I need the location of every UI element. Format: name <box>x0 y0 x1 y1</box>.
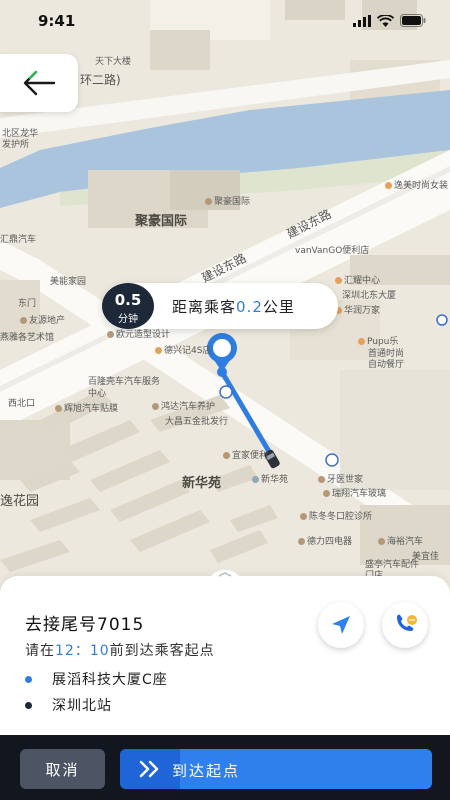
dropoff-label: 深圳北站 <box>52 698 112 714</box>
map-label: 瑞翔汽车玻璃 <box>323 490 386 499</box>
slide-handle[interactable] <box>120 749 180 789</box>
map-label: 德力四电器 <box>298 538 352 547</box>
map-label: 新华苑 <box>252 476 288 485</box>
map-label: 深圳北东大厦 <box>342 291 397 301</box>
double-chevron-right-icon <box>139 760 159 778</box>
map-label: vanVanGO便利店 <box>295 246 370 256</box>
status-bar: 9:41 <box>0 0 450 44</box>
dropoff-dot-icon <box>25 701 32 709</box>
wifi-icon <box>377 14 394 27</box>
map-label: 友源地产 <box>20 317 65 326</box>
map-label: 自动餐厅 <box>368 360 405 370</box>
order-card: 去接尾号7015 请在12：10前到达乘客起点 展滔科技大厦C座 深圳北站 <box>0 570 450 736</box>
deadline-minute: 10 <box>89 643 110 659</box>
map-label: 美能家园 <box>50 277 87 287</box>
navigate-button[interactable] <box>318 602 364 648</box>
map-label: 宜家便利 <box>223 452 268 461</box>
map-label: 环二路) <box>80 73 121 87</box>
map-label: 聚豪国际 <box>135 214 188 229</box>
arrive-slider-button[interactable]: 到达起点 <box>120 749 432 789</box>
eta-minutes: 0.5 <box>114 291 142 309</box>
cancel-button[interactable]: 取消 <box>20 749 105 789</box>
signal-icon <box>353 14 371 27</box>
map-label: 燕雅各艺术馆 <box>0 333 55 343</box>
eta-distance: 0.2 <box>236 298 263 316</box>
map-label: 汇耀中心 <box>335 277 380 286</box>
map-label: 辉旭汽车贴膜 <box>55 405 118 414</box>
map-label: 聚豪国际 <box>205 198 250 207</box>
map-label: 逸花园 <box>0 494 40 509</box>
map-label: 欧元造型设计 <box>107 331 170 340</box>
phone-chat-icon <box>397 614 417 631</box>
eta-prefix: 距离乘客 <box>172 298 237 316</box>
arrival-deadline: 请在12：10前到达乘客起点 <box>25 640 215 660</box>
map-label: 海裕汽车 <box>378 538 423 547</box>
back-button[interactable] <box>0 54 78 112</box>
back-arrow-icon <box>23 70 56 96</box>
map-label: 鸿达汽车养护 <box>152 403 215 412</box>
arrive-label: 到达起点 <box>172 762 241 780</box>
map-label: 牙医世家 <box>318 476 363 485</box>
status-icons <box>353 14 426 27</box>
map-label: 大昌五金批发行 <box>165 417 229 427</box>
status-time: 9:41 <box>38 12 76 30</box>
eta-badge: 0.5 分钟 <box>102 283 154 329</box>
pickup-location: 展滔科技大厦C座 <box>25 669 168 689</box>
eta-bubble: 0.5 分钟 距离乘客0.2公里 <box>102 283 338 329</box>
map-label: 东门 <box>18 299 37 309</box>
pickup-label: 展滔科技大厦C座 <box>52 672 168 688</box>
action-bar: 取消 到达起点 <box>0 735 450 800</box>
deadline-sep: ： <box>74 643 90 659</box>
dropoff-location: 深圳北站 <box>25 695 112 715</box>
map-label: 天下大楼 <box>95 57 132 67</box>
eta-distance-text: 距离乘客0.2公里 <box>172 296 295 317</box>
map-label: 逸美时尚女装 <box>385 182 448 191</box>
map-label: 德兴记4S店 <box>155 347 211 356</box>
deadline-suffix: 前到达乘客起点 <box>109 643 215 659</box>
eta-suffix: 公里 <box>262 298 295 316</box>
eta-unit: 分钟 <box>118 314 138 325</box>
battery-icon <box>400 14 426 27</box>
map-label: 北区龙华 <box>2 129 39 139</box>
map-label: 首通时尚 <box>368 349 405 359</box>
navigation-arrow-icon <box>332 616 350 634</box>
order-title: 去接尾号7015 <box>25 615 145 635</box>
card-handle-icon[interactable] <box>208 570 242 580</box>
map-label: 汇鼎汽车 <box>0 235 37 245</box>
map-label: 陈冬冬口腔诊所 <box>300 513 372 522</box>
map-label: 华润万家 <box>335 307 380 316</box>
map-label: 发护所 <box>2 140 30 150</box>
map-label: 新华苑 <box>182 476 222 491</box>
pickup-dot-icon <box>25 675 32 683</box>
call-passenger-button[interactable] <box>382 602 428 648</box>
map-label: 百隆壳车汽车服务中心 <box>88 377 161 399</box>
map-label: Pupu乐 <box>358 338 398 347</box>
deadline-hour: 12 <box>55 643 75 659</box>
deadline-prefix: 请在 <box>25 643 55 659</box>
map-label: 西北口 <box>8 399 36 409</box>
